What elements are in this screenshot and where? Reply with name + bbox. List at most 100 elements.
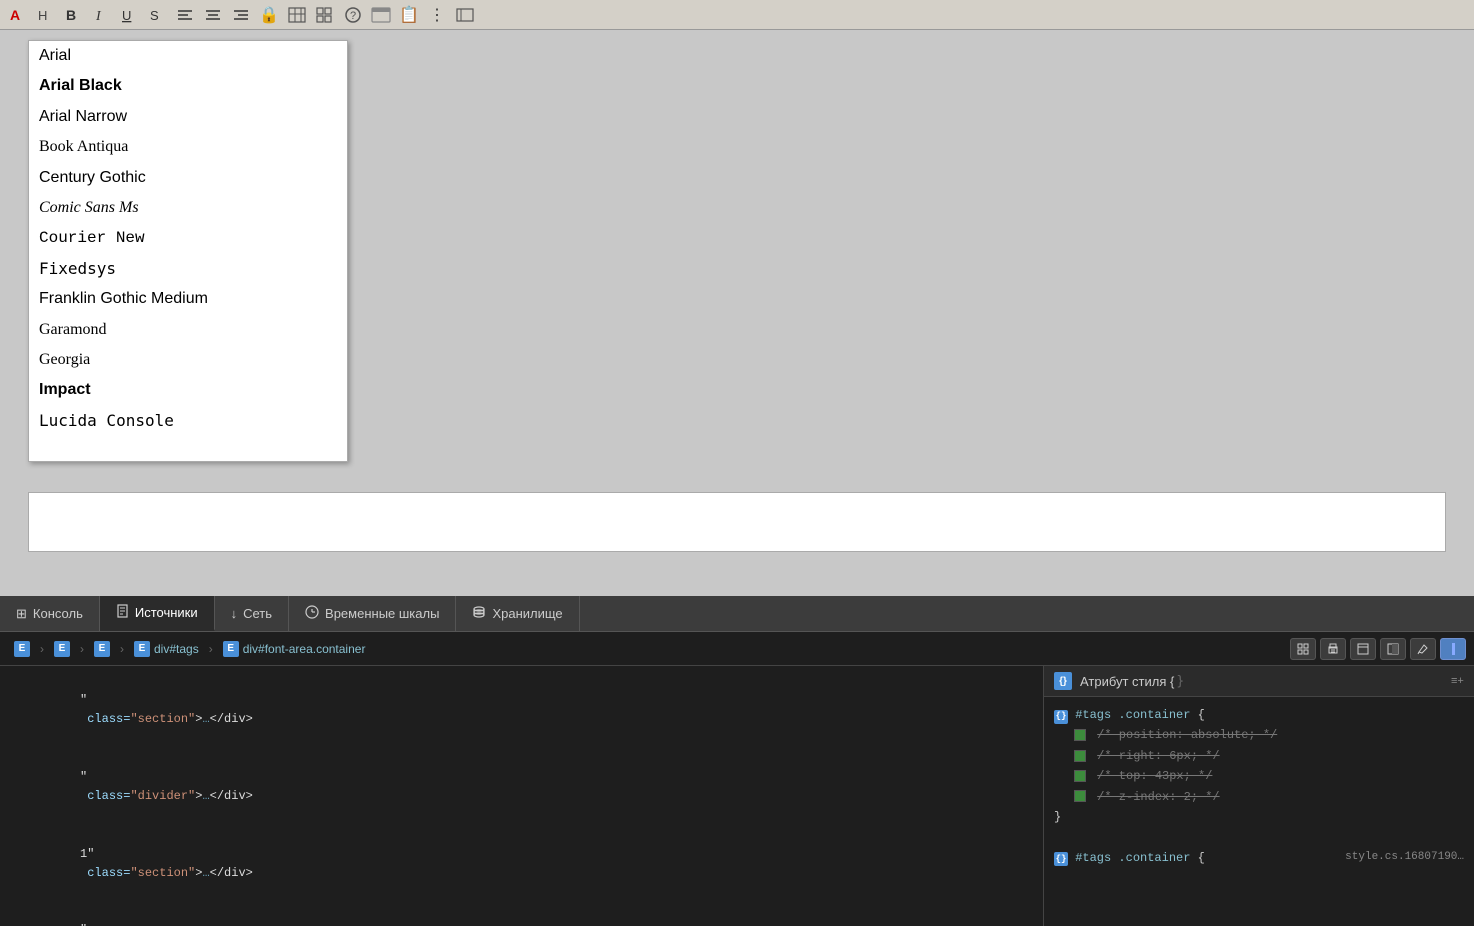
css-rule1-close: } (1054, 807, 1464, 827)
toolbar-align-center-icon[interactable] (200, 2, 226, 28)
storage-label: Хранилище (492, 606, 562, 621)
breadcrumb-icon-2: E (54, 641, 70, 657)
font-dropdown[interactable]: ArialArial BlackArial NarrowBook Antiqua… (28, 40, 348, 462)
font-item[interactable]: Century Gothic (29, 163, 347, 193)
css-checkbox-4[interactable] (1074, 790, 1086, 802)
font-item[interactable]: Lucida Console (29, 406, 347, 436)
font-item[interactable]: Garamond (29, 315, 347, 345)
toolbar-grid-icon[interactable] (312, 2, 338, 28)
breadcrumb-sep-2: › (80, 642, 84, 656)
font-item[interactable]: Arial Black (29, 71, 347, 101)
breadcrumb-sep-4: › (209, 642, 213, 656)
sources-icon (116, 604, 129, 621)
css-rule1-line1: /* position: absolute; */ (1054, 725, 1464, 745)
devtools-content: " class="section">…</div> " class="divid… (0, 666, 1474, 926)
css-content[interactable]: {} #tags .container { /* position: absol… (1044, 697, 1474, 926)
toolbar-table-icon[interactable] (284, 2, 310, 28)
breadcrumb-item-2[interactable]: E (48, 639, 76, 659)
breadcrumb-icon-5: E (223, 641, 239, 657)
tab-sources[interactable]: Источники (100, 596, 215, 631)
css-rule1-line4: /* z-index: 2; */ (1054, 787, 1464, 807)
svg-text:B: B (66, 7, 76, 23)
toolbar-b-icon[interactable]: B (60, 2, 86, 28)
breadcrumb-btn-print[interactable] (1320, 638, 1346, 660)
font-item[interactable]: Book Antiqua (29, 132, 347, 162)
toolbar-u-icon[interactable]: U (116, 2, 142, 28)
breadcrumb-btn-window[interactable] (1350, 638, 1376, 660)
toolbar: A H B I U S 🔒 (0, 0, 1474, 30)
font-item[interactable]: Fixedsys (29, 254, 347, 284)
main-content-area: ArialArial BlackArial NarrowBook Antiqua… (0, 30, 1474, 646)
toolbar-extra-icon[interactable] (452, 2, 478, 28)
breadcrumb-btn-toggle[interactable] (1380, 638, 1406, 660)
css-panel-header: {} Атрибут стиля { } ≡+ (1044, 666, 1474, 697)
css-panel: {} Атрибут стиля { } ≡+ {} #tags .contai… (1044, 666, 1474, 926)
css-checkbox-3[interactable] (1074, 770, 1086, 782)
font-item[interactable]: Franklin Gothic Medium (29, 284, 347, 314)
css-expand-icon[interactable]: ≡+ (1450, 673, 1464, 690)
html-line-2: " class="divider">…</div> (8, 749, 1035, 826)
toolbar-i-icon[interactable]: I (88, 2, 114, 28)
html-line-4: " class="divider">…</div> (8, 902, 1035, 926)
font-item[interactable]: Arial Narrow (29, 102, 347, 132)
font-item[interactable]: Impact (29, 375, 347, 405)
timeline-icon (305, 605, 319, 622)
tab-storage[interactable]: Хранилище (456, 596, 579, 631)
font-item[interactable]: Arial (29, 41, 347, 71)
breadcrumb-icon-3: E (94, 641, 110, 657)
breadcrumb-icon-1: E (14, 641, 30, 657)
breadcrumb-item-1[interactable]: E (8, 639, 36, 659)
breadcrumb-sep-3: › (120, 642, 124, 656)
breadcrumb-item-3[interactable]: E (88, 639, 116, 659)
toolbar-bold-icon[interactable]: A (4, 2, 30, 28)
breadcrumb-item-divtags[interactable]: E div#tags (128, 639, 205, 659)
breadcrumb-icon-4: E (134, 641, 150, 657)
svg-text:U: U (122, 8, 131, 23)
toolbar-more-icon[interactable]: ⋮ (424, 2, 450, 28)
breadcrumb-sep-1: › (40, 642, 44, 656)
css-file-ref[interactable]: style.cs.16807190… (1345, 848, 1464, 867)
timeline-label: Временные шкалы (325, 606, 439, 621)
breadcrumb-item-fontarea[interactable]: E div#font-area.container (217, 639, 372, 659)
document-area (28, 492, 1446, 552)
breadcrumb-btn-pen[interactable] (1410, 638, 1436, 660)
css-checkbox-2[interactable] (1074, 750, 1086, 762)
html-line-3: 1" class="section">…</div> (8, 826, 1035, 903)
network-label: Сеть (243, 606, 272, 621)
html-panel: " class="section">…</div> " class="divid… (0, 666, 1044, 926)
tab-console[interactable]: ⊞ Консоль (0, 596, 100, 631)
font-item[interactable]: Comic Sans Ms (29, 193, 347, 223)
toolbar-lock-icon[interactable]: 🔒 (256, 2, 282, 28)
sources-label: Источники (135, 605, 198, 620)
css-close-brace: } (1176, 674, 1184, 689)
toolbar-s-icon[interactable]: S (144, 2, 170, 28)
html-content[interactable]: " class="section">…</div> " class="divid… (0, 666, 1043, 926)
breadcrumb-label-fontarea: div#font-area.container (243, 642, 366, 656)
network-icon: ↓ (231, 606, 238, 621)
html-line-1: " class="section">…</div> (8, 672, 1035, 749)
font-list[interactable]: ArialArial BlackArial NarrowBook Antiqua… (29, 41, 347, 461)
css-rule1-line3: /* top: 43px; */ (1054, 766, 1464, 786)
css-checkbox-1[interactable] (1074, 729, 1086, 741)
devtools-tabs: ⊞ Консоль Источники ↓ Сеть Временные шка… (0, 596, 1474, 632)
toolbar-help-icon[interactable]: ? (340, 2, 366, 28)
css-icon: {} (1054, 672, 1072, 690)
svg-text:≡+: ≡+ (1451, 675, 1464, 687)
tab-network[interactable]: ↓ Сеть (215, 596, 289, 631)
font-item[interactable]: Georgia (29, 345, 347, 375)
toolbar-preview-icon[interactable] (368, 2, 394, 28)
css-rule2-selector: {} #tags .container { style.cs.16807190… (1054, 848, 1464, 868)
breadcrumb-btn-grid[interactable] (1290, 638, 1316, 660)
tab-timeline[interactable]: Временные шкалы (289, 596, 456, 631)
console-icon: ⊞ (16, 606, 27, 622)
toolbar-clipboard-icon[interactable]: 📋 (396, 2, 422, 28)
css-rule1-line2: /* right: 6px; */ (1054, 746, 1464, 766)
font-item[interactable]: Courier New (29, 223, 347, 253)
breadcrumb-btn-bar[interactable] (1440, 638, 1466, 660)
toolbar-align-right-icon[interactable] (228, 2, 254, 28)
svg-text:A: A (10, 7, 20, 23)
toolbar-h-icon[interactable]: H (32, 2, 58, 28)
css-rule1-selector: {} #tags .container { (1054, 705, 1464, 725)
devtools-panel: ⊞ Консоль Источники ↓ Сеть Временные шка… (0, 596, 1474, 926)
toolbar-align-left-icon[interactable] (172, 2, 198, 28)
